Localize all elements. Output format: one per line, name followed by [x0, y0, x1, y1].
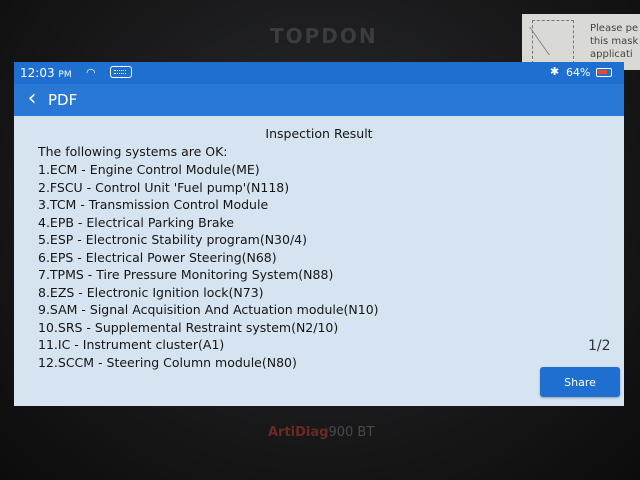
navigation-bar: ‹ PDF	[14, 84, 624, 116]
pdf-document-view[interactable]: Inspection Result The following systems …	[14, 116, 624, 406]
list-item: 9.SAM - Signal Acquisition And Actuation…	[38, 302, 379, 317]
page-title: PDF	[48, 91, 78, 109]
page-indicator: 1/2	[588, 338, 611, 354]
list-item: 1.ECM - Engine Control Module(ME)	[38, 162, 260, 177]
list-item: 10.SRS - Supplemental Restraint system(N…	[38, 319, 339, 335]
diagnostic-device: TOPDON Please pe this mask applicati 12:…	[0, 0, 640, 480]
sticker-text: Please pe this mask applicati	[590, 23, 639, 60]
list-item: 2.FSCU - Control Unit 'Fuel pump'(N118)	[38, 179, 290, 195]
peel-icon	[532, 20, 574, 64]
list-item: 6.EPS - Electrical Power Steering(N68)	[38, 249, 277, 265]
battery-icon	[596, 68, 612, 77]
back-arrow-icon[interactable]: ‹	[20, 86, 44, 114]
share-button[interactable]: Share	[540, 367, 620, 397]
list-item: 11.IC - Instrument cluster(A1)	[38, 337, 225, 352]
device-model-label: ArtiDiag900 BT	[268, 425, 375, 440]
battery-percentage: 64%	[566, 66, 591, 79]
list-item: 4.EPB - Electrical Parking Brake	[38, 214, 234, 230]
status-bar: 12:03 PM ◠ ✱ 64%	[14, 62, 624, 84]
list-item: 8.EZS - Electronic Ignition lock(N73)	[38, 284, 264, 300]
wifi-icon: ◠	[86, 66, 96, 79]
document-intro: The following systems are OK:	[38, 144, 228, 159]
document-heading: Inspection Result	[265, 126, 373, 141]
system-list: 1.ECM - Engine Control Module(ME) 2.FSCU…	[38, 162, 379, 372]
status-time: 12:03 PM	[20, 66, 72, 80]
list-item: 5.ESP - Electronic Stability program(N30…	[38, 232, 307, 247]
device-brand-logo: TOPDON	[270, 24, 378, 48]
vci-connector-icon	[110, 66, 132, 78]
device-screen: 12:03 PM ◠ ✱ 64% ‹ PDF Inspection Result…	[14, 62, 624, 406]
bluetooth-icon: ✱	[550, 65, 560, 78]
list-item: 7.TPMS - Tire Pressure Monitoring System…	[38, 267, 334, 282]
list-item: 3.TCM - Transmission Control Module	[38, 197, 269, 212]
list-item: 12.SCCM - Steering Column module(N80)	[38, 354, 297, 370]
